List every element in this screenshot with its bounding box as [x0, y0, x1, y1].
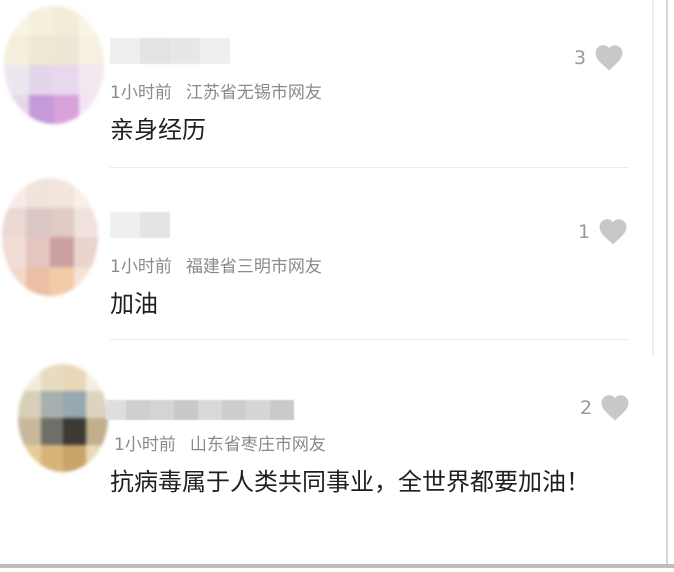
comment-text: 加油	[110, 290, 158, 318]
comment-time: 1小时前	[110, 83, 172, 103]
window-border-right	[666, 0, 668, 566]
window-border-bottom	[0, 564, 674, 568]
comment-text: 抗病毒属于人类共同事业，全世界都要加油！	[110, 468, 590, 496]
like-button[interactable]: 3	[574, 44, 624, 71]
avatar[interactable]	[18, 364, 108, 472]
comment-item: 1小时前 山东省枣庄市网友 抗病毒属于人类共同事业，全世界都要加油！ 2	[0, 340, 640, 562]
commenter-location: 江苏省无锡市网友	[185, 83, 322, 103]
heart-icon	[595, 45, 623, 71]
comment-meta: 1小时前 福建省三明市网友	[110, 252, 322, 277]
comment-meta: 1小时前 山东省枣庄市网友	[114, 430, 326, 455]
comment-time: 1小时前	[110, 257, 172, 277]
comment-text: 亲身经历	[110, 116, 206, 144]
like-count: 1	[578, 220, 591, 243]
like-count: 3	[574, 46, 587, 69]
heart-icon	[599, 219, 627, 245]
comment-item: 1小时前 福建省三明市网友 加油 1	[0, 168, 640, 340]
avatar[interactable]	[2, 178, 98, 296]
comment-meta: 1小时前 江苏省无锡市网友	[110, 78, 322, 103]
like-button[interactable]: 1	[578, 218, 628, 245]
heart-icon	[601, 395, 629, 421]
username-blurred[interactable]	[106, 400, 294, 420]
like-count: 2	[580, 396, 593, 419]
username-blurred[interactable]	[110, 212, 170, 238]
comment-time: 1小时前	[114, 435, 176, 455]
commenter-location: 福建省三明市网友	[185, 257, 322, 277]
like-button[interactable]: 2	[580, 394, 630, 421]
username-blurred[interactable]	[110, 38, 230, 64]
commenter-location: 山东省枣庄市网友	[189, 435, 326, 455]
scrollbar[interactable]	[652, 0, 654, 355]
comment-item: 1小时前 江苏省无锡市网友 亲身经历 3	[0, 0, 640, 168]
avatar[interactable]	[4, 6, 104, 124]
